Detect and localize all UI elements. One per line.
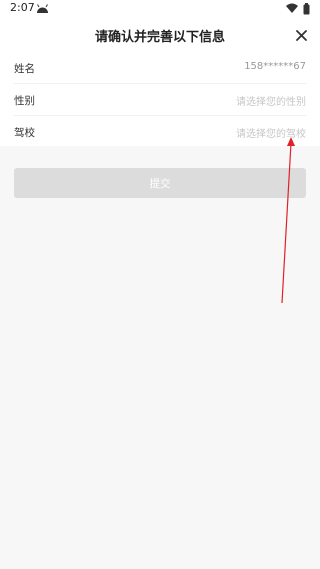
- status-time: 2:07: [10, 1, 35, 14]
- info-form: 姓名 158******67 性别 请选择您的性别 驾校 请选择您的驾校: [0, 52, 320, 146]
- close-icon: [295, 29, 307, 41]
- gender-row[interactable]: 性别 请选择您的性别: [14, 84, 306, 116]
- name-value: 158******67: [244, 61, 306, 72]
- status-bar: 2:07: [0, 0, 320, 18]
- status-icons: [286, 3, 312, 15]
- gender-select[interactable]: 请选择您的性别: [236, 93, 306, 108]
- driving-school-row[interactable]: 驾校 请选择您的驾校: [14, 116, 306, 147]
- driving-school-label: 驾校: [14, 127, 35, 139]
- gender-label: 性别: [14, 95, 35, 107]
- wifi-icon: [286, 3, 298, 13]
- page-title: 请确认并完善以下信息: [94, 30, 225, 45]
- name-label: 姓名: [14, 63, 35, 75]
- header: 请确认并完善以下信息: [0, 18, 320, 52]
- close-button[interactable]: [290, 24, 312, 46]
- battery-icon: [303, 3, 310, 15]
- android-icon: [37, 4, 48, 13]
- driving-school-select[interactable]: 请选择您的驾校: [236, 125, 306, 140]
- name-row[interactable]: 姓名 158******67: [14, 52, 306, 84]
- submit-button[interactable]: 提交: [14, 168, 306, 198]
